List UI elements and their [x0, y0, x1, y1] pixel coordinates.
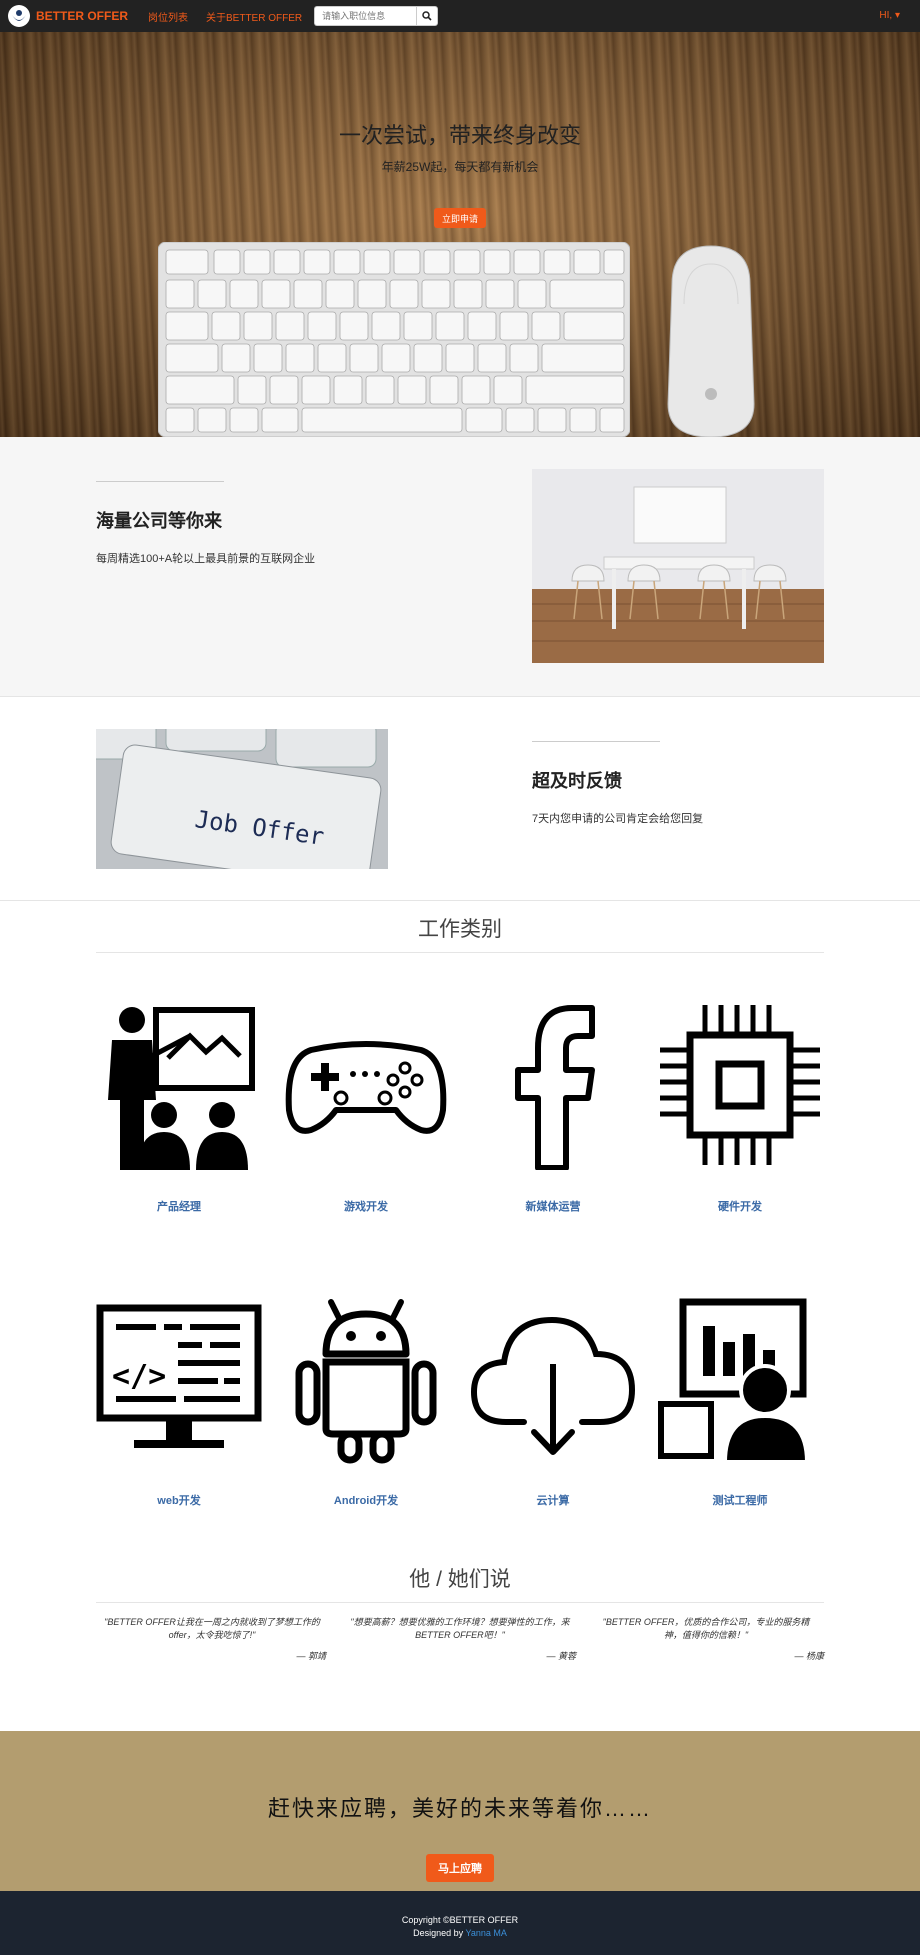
category-android[interactable]: Android开发: [281, 1294, 451, 1507]
testimonial-author: — 黄蓉: [546, 1651, 576, 1661]
category-label: Android开发: [333, 1495, 399, 1507]
apply-now-cta-button[interactable]: 马上应聘: [426, 1854, 494, 1882]
feature-title: 超及时反馈: [532, 771, 622, 791]
category-label: 硬件开发: [718, 1201, 762, 1213]
cloud-download-icon: [470, 1316, 636, 1455]
category-label: web开发: [157, 1495, 201, 1507]
feature-title: 海量公司等你来: [96, 511, 222, 531]
category-web-dev[interactable]: </> web开发: [94, 1294, 264, 1507]
apply-now-button[interactable]: 立即申请: [434, 208, 486, 228]
analyst-icon: [658, 1298, 810, 1464]
presentation-icon: [108, 1007, 255, 1170]
category-game-dev[interactable]: 游戏开发: [281, 1000, 451, 1213]
svg-text:</>: </>: [112, 1359, 166, 1394]
job-offer-key-image: Job Offer: [96, 729, 388, 869]
facebook-icon: [515, 1005, 595, 1170]
search-icon: [422, 11, 432, 21]
testimonials-title: 他 / 她们说: [409, 1568, 511, 1591]
divider: [532, 741, 660, 742]
top-navbar: BETTER OFFER 岗位列表 关于BETTER OFFER HI, ▾: [0, 0, 920, 32]
footer: Copyright ©BETTER OFFER Designed by Yann…: [0, 1891, 920, 1955]
code-monitor-icon: </>: [96, 1304, 262, 1448]
mouse-image: [667, 245, 755, 437]
brand-name: BETTER OFFER: [36, 9, 128, 23]
category-label: 游戏开发: [344, 1201, 388, 1213]
android-icon: [295, 1299, 437, 1464]
copyright-text: Copyright ©BETTER OFFER: [401, 1915, 519, 1925]
category-cloud[interactable]: 云计算: [468, 1294, 638, 1507]
testimonial-quote: "BETTER OFFER让我在一周之内就收到了梦想工作的offer，太令我吃惊…: [104, 1617, 320, 1640]
testimonial-quote: "BETTER OFFER，优质的合作公司，专业的服务精神，值得你的信赖！": [602, 1617, 810, 1640]
category-label: 测试工程师: [712, 1495, 768, 1507]
designer-link[interactable]: Yanna MA: [466, 1928, 507, 1938]
brand-link[interactable]: BETTER OFFER: [8, 0, 128, 32]
hero-title: 一次尝试，带来终身改变: [338, 123, 581, 148]
keyboard-image: [158, 242, 630, 437]
testimonial-author: — 杨康: [794, 1651, 824, 1661]
nav-link-job-list[interactable]: 岗位列表: [148, 9, 188, 24]
meeting-room-image: [532, 469, 824, 663]
search-form: [314, 6, 439, 26]
chip-icon: [660, 1005, 820, 1165]
category-label: 云计算: [536, 1495, 570, 1507]
divider: [96, 952, 824, 953]
search-button[interactable]: [416, 6, 439, 26]
designer-credit: Designed by Yanna MA: [0, 1928, 920, 1938]
gamepad-icon: [285, 1041, 447, 1134]
feature-feedback-section: Job Offer 超及时反馈 7天内您申请的公司肯定会给您回复: [0, 697, 920, 901]
category-label: 产品经理: [157, 1201, 201, 1213]
logo-icon: [8, 5, 30, 27]
categories-title: 工作类别: [418, 918, 502, 941]
feature-text: 7天内您申请的公司肯定会给您回复: [532, 813, 704, 825]
search-input[interactable]: [314, 6, 417, 26]
designed-by-label: Designed by: [413, 1928, 464, 1938]
category-new-media[interactable]: 新媒体运营: [468, 1000, 638, 1213]
testimonial-author: — 郭靖: [296, 1651, 326, 1661]
category-test-engineer[interactable]: 测试工程师: [655, 1294, 825, 1507]
feature-text: 每周精选100+A轮以上最具前景的互联网企业: [96, 553, 316, 565]
category-label: 新媒体运营: [525, 1201, 581, 1213]
hero-subtitle: 年薪25W起，每天都有新机会: [381, 160, 539, 174]
nav-link-about[interactable]: 关于BETTER OFFER: [206, 9, 302, 24]
category-hardware[interactable]: 硬件开发: [655, 1000, 825, 1213]
feature-companies-section: 海量公司等你来 每周精选100+A轮以上最具前景的互联网企业: [0, 437, 920, 697]
user-menu-dropdown[interactable]: HI, ▾: [879, 10, 900, 21]
cta-title: 赶快来应聘，美好的未来等着你……: [267, 1796, 652, 1821]
call-to-action-section: 赶快来应聘，美好的未来等着你…… 马上应聘: [0, 1731, 920, 1891]
hero-banner: 一次尝试，带来终身改变 年薪25W起，每天都有新机会 立即申请: [0, 32, 920, 437]
category-product-manager[interactable]: 产品经理: [94, 1000, 264, 1213]
divider: [96, 481, 224, 482]
divider: [96, 1602, 824, 1603]
testimonial-quote: "想要高薪？想要优雅的工作环境？想要弹性的工作，来BETTER OFFER吧！": [350, 1617, 570, 1640]
